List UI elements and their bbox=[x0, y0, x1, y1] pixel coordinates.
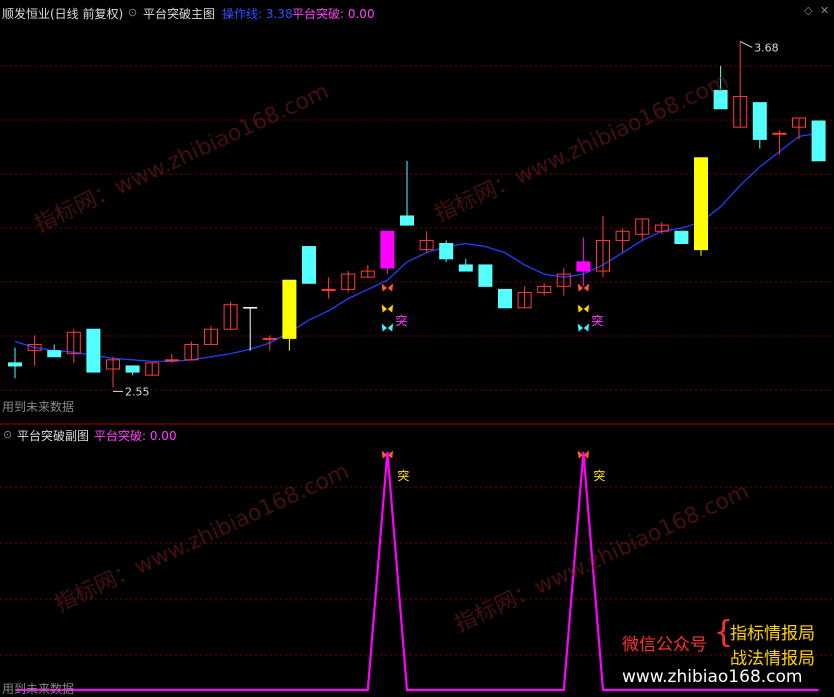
candle-body bbox=[400, 215, 414, 226]
butterfly-red-icon bbox=[381, 282, 394, 293]
high-price-label: 3.68 bbox=[754, 41, 779, 54]
main-indicator-name[interactable]: 平台突破主图 bbox=[143, 5, 215, 22]
sub-signal-value-label: 平台突破: 0.00 bbox=[94, 429, 177, 443]
candle-body bbox=[498, 288, 512, 309]
candle-body bbox=[811, 120, 826, 162]
brand-url: www.zhibiao168.com bbox=[622, 667, 803, 687]
candle-body bbox=[8, 362, 22, 367]
candle-body bbox=[772, 132, 787, 135]
sub-indicator-name[interactable]: 平台突破副图 bbox=[17, 427, 89, 444]
candle-body bbox=[439, 242, 454, 260]
candle-body bbox=[713, 89, 728, 110]
low-price-label: 2.55 bbox=[125, 385, 150, 398]
candle-body bbox=[478, 264, 493, 287]
butterfly-yellow-icon bbox=[577, 303, 590, 314]
collapse-icon[interactable]: ⊙ bbox=[3, 428, 12, 441]
candle-body bbox=[321, 288, 336, 291]
butterfly-cyan-icon bbox=[381, 322, 394, 333]
candle-body bbox=[694, 157, 708, 251]
brand-wechat: 微信公众号 bbox=[622, 635, 707, 655]
brand-name-2: 战法情报局 bbox=[730, 649, 815, 669]
signal-char-label: 突 bbox=[397, 468, 409, 483]
candle-body bbox=[458, 264, 473, 272]
chart-canvas: 突突 突突 3.682.55 bbox=[0, 40, 834, 692]
ma-value-label: 操作线: 3.38 bbox=[222, 7, 293, 21]
close-icon[interactable]: ✕ bbox=[820, 4, 829, 17]
collapse-icon[interactable]: ⊙ bbox=[128, 6, 137, 19]
high-pointer bbox=[739, 40, 753, 48]
candle-body bbox=[86, 328, 101, 373]
butterfly-yellow-icon bbox=[381, 303, 394, 314]
signal-char-label: 突 bbox=[395, 313, 407, 328]
candle-body bbox=[164, 359, 179, 362]
candle-body bbox=[262, 337, 277, 340]
candle-body bbox=[47, 350, 62, 358]
stock-title: 顺发恒业(日线 前复权) bbox=[2, 7, 124, 21]
candle-body bbox=[674, 230, 689, 244]
signal-value-label: 平台突破: 0.00 bbox=[292, 7, 375, 21]
candle-body bbox=[380, 230, 395, 269]
candle-body bbox=[302, 246, 316, 284]
candle-body bbox=[282, 279, 297, 339]
signal-markers: 突突 bbox=[381, 282, 603, 460]
brand-name-1: 指标情报局 bbox=[730, 624, 815, 644]
sub-grid bbox=[0, 486, 834, 656]
expand-icon[interactable]: ◇ bbox=[804, 4, 812, 17]
candle-body bbox=[576, 261, 591, 272]
signal-char-label: 突 bbox=[591, 313, 603, 328]
future-data-note-sub: 用到未来数据 bbox=[2, 682, 75, 696]
candle-body bbox=[125, 365, 140, 373]
candles bbox=[8, 41, 826, 388]
signal-char-label: 突 bbox=[593, 468, 605, 483]
future-data-note: 用到未来数据 bbox=[2, 400, 75, 414]
main-grid bbox=[0, 65, 834, 391]
candle-body bbox=[752, 102, 767, 140]
butterfly-cyan-icon bbox=[577, 322, 590, 333]
